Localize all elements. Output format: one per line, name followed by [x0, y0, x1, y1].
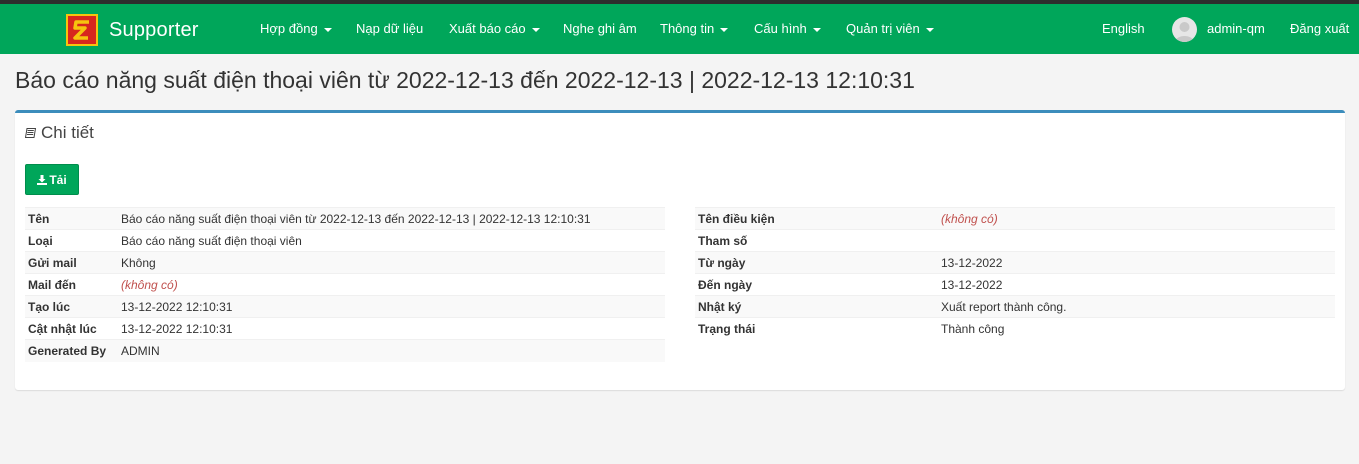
download-label: Tải [49, 172, 67, 187]
field-value: Báo cáo năng suất điện thoại viên [118, 229, 665, 252]
chevron-down-icon [531, 27, 540, 32]
page-title: Báo cáo năng suất điện thoại viên từ 202… [15, 67, 915, 93]
detail-box: Chi tiết Tải Tên Báo cáo năng suất điện t… [15, 110, 1345, 390]
field-value: Không [118, 251, 665, 274]
table-row: Tên Báo cáo năng suất điện thoại viên từ … [25, 207, 665, 230]
table-row: Loại Báo cáo năng suất điện thoại viên [25, 229, 665, 252]
table-row: Trạng thái Thành công [695, 317, 1335, 340]
field-value: (không có) [118, 273, 665, 296]
field-label: Tạo lúc [25, 295, 118, 318]
detail-table-left: Tên Báo cáo năng suất điện thoại viên từ … [25, 207, 665, 362]
chevron-down-icon [925, 27, 934, 32]
field-value: 13-12-2022 12:10:31 [118, 295, 665, 318]
user-avatar-icon[interactable] [1172, 17, 1197, 42]
table-row: Từ ngày 13-12-2022 [695, 251, 1335, 274]
field-value: 13-12-2022 [938, 251, 1335, 274]
nav-xuat-bao-cao[interactable]: Xuất báo cáo [449, 4, 540, 54]
user-menu[interactable]: admin-qm [1207, 4, 1265, 54]
navbar: Supporter Hợp đồng Nạp dữ liệu Xuất báo … [0, 4, 1359, 54]
field-label: Gửi mail [25, 251, 118, 274]
field-label: Nhật ký [695, 295, 938, 318]
detail-box-title: Chi tiết [25, 123, 94, 143]
field-label: Tên điều kiện [695, 207, 938, 230]
field-value: Thành công [938, 317, 1335, 340]
book-icon [25, 128, 36, 138]
table-row: Generated By ADMIN [25, 339, 665, 362]
field-label: Tên [25, 207, 118, 230]
field-label: Loại [25, 229, 118, 252]
field-value [938, 229, 1335, 252]
table-row: Nhật ký Xuất report thành công. [695, 295, 1335, 318]
table-row: Đến ngày 13-12-2022 [695, 273, 1335, 296]
nav-nghe-ghi-am[interactable]: Nghe ghi âm [563, 4, 637, 54]
nav-nap-du-lieu[interactable]: Nạp dữ liệu [356, 4, 423, 54]
field-label: Generated By [25, 339, 118, 362]
detail-table-right: Tên điều kiện (không có) Tham số Từ ngày 1… [695, 207, 1335, 340]
field-label: Trạng thái [695, 317, 938, 340]
field-value: (không có) [938, 207, 1335, 230]
table-row: Tạo lúc 13-12-2022 12:10:31 [25, 295, 665, 318]
field-label: Cật nhật lúc [25, 317, 118, 340]
table-row: Tham số [695, 229, 1335, 252]
field-value: 13-12-2022 12:10:31 [118, 317, 665, 340]
chevron-down-icon [720, 27, 729, 32]
brand-logo-icon [66, 14, 98, 46]
field-value: ADMIN [118, 339, 665, 362]
nav-quan-tri-vien[interactable]: Quản trị viên [846, 4, 934, 54]
download-icon [37, 174, 48, 185]
detail-title-text: Chi tiết [41, 123, 94, 142]
download-button[interactable]: Tải [25, 164, 79, 195]
field-value: 13-12-2022 [938, 273, 1335, 296]
language-switch[interactable]: English [1102, 4, 1145, 54]
nav-cau-hinh[interactable]: Cấu hình [754, 4, 821, 54]
field-label: Mail đến [25, 273, 118, 296]
logout-link[interactable]: Đăng xuất [1290, 4, 1349, 54]
brand-name: Supporter [109, 18, 199, 41]
field-label: Từ ngày [695, 251, 938, 274]
field-label: Đến ngày [695, 273, 938, 296]
table-row: Mail đến (không có) [25, 273, 665, 296]
field-label: Tham số [695, 229, 938, 252]
table-row: Tên điều kiện (không có) [695, 207, 1335, 230]
nav-hop-dong[interactable]: Hợp đồng [260, 4, 332, 54]
field-value: Báo cáo năng suất điện thoại viên từ 202… [118, 207, 665, 230]
field-value: Xuất report thành công. [938, 295, 1335, 318]
nav-thong-tin[interactable]: Thông tin [660, 4, 729, 54]
table-row: Cật nhật lúc 13-12-2022 12:10:31 [25, 317, 665, 340]
chevron-down-icon [812, 27, 821, 32]
brand-link[interactable]: Supporter [66, 14, 199, 46]
table-row: Gửi mail Không [25, 251, 665, 274]
chevron-down-icon [323, 27, 332, 32]
